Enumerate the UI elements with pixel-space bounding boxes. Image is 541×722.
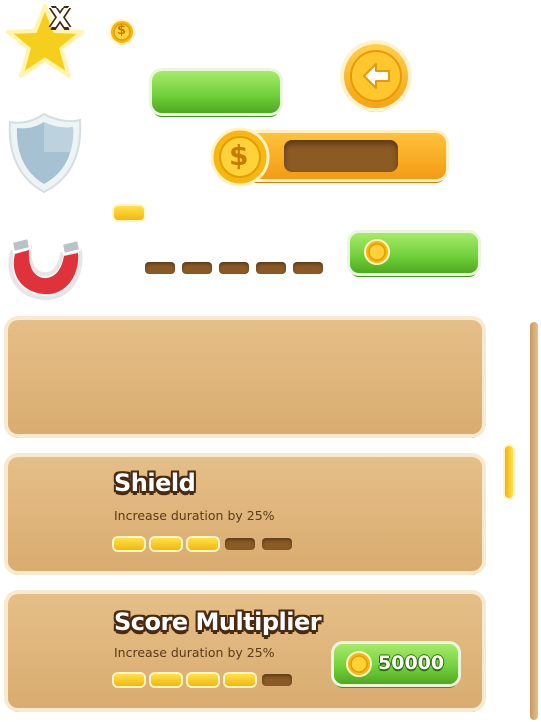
upgrade-panel-shield: Shield Increase duration by 25% xyxy=(8,457,482,571)
level-pip-empty xyxy=(225,538,255,550)
upgrade-description: Increase duration by 25% xyxy=(114,645,275,660)
level-pip-empty xyxy=(219,262,249,274)
buy-button-small[interactable] xyxy=(350,233,478,273)
coin-symbol: $ xyxy=(229,139,249,172)
level-pip-filled xyxy=(151,538,181,550)
coin-icon xyxy=(364,239,390,265)
level-pip-empty xyxy=(262,674,292,686)
level-pip-empty xyxy=(145,262,175,274)
level-pip-empty xyxy=(256,262,286,274)
coin-icon: $ xyxy=(210,127,270,187)
star-x-icon: X xyxy=(4,2,86,84)
star-badge-text: X xyxy=(50,4,71,34)
buy-upgrade-button[interactable]: 50000 xyxy=(334,644,458,684)
upgrade-description: Increase duration by 25% xyxy=(114,508,275,523)
scrollbar-track[interactable] xyxy=(530,322,538,720)
upgrade-panel-score-multiplier: Score Multiplier Increase duration by 25… xyxy=(8,594,482,708)
level-pip-filled xyxy=(114,206,144,220)
level-pip-empty xyxy=(182,262,212,274)
back-button[interactable] xyxy=(344,44,408,108)
level-pip-filled xyxy=(188,674,218,686)
level-pip-filled xyxy=(225,674,255,686)
coin-icon xyxy=(346,651,372,677)
upgrade-panel-empty xyxy=(8,320,482,434)
shield-icon xyxy=(4,108,86,196)
level-pip-empty xyxy=(262,538,292,550)
magnet-icon xyxy=(2,216,92,306)
level-pip-filled xyxy=(188,538,218,550)
level-pip-filled xyxy=(151,674,181,686)
level-pip-filled xyxy=(114,674,144,686)
back-arrow-icon xyxy=(350,50,402,102)
price-label: 50000 xyxy=(378,652,445,674)
upgrade-title: Shield xyxy=(114,469,196,497)
level-pip-filled xyxy=(114,538,144,550)
green-button-bar[interactable] xyxy=(152,71,280,113)
upgrade-title: Score Multiplier xyxy=(114,608,322,636)
upgrade-level-pips xyxy=(114,674,292,686)
upgrade-level-pips xyxy=(114,538,292,550)
coin-symbol: $ xyxy=(117,23,127,38)
scrollbar-thumb[interactable] xyxy=(505,446,513,498)
level-pip-empty xyxy=(293,262,323,274)
coin-icon: $ xyxy=(109,19,135,45)
coin-counter-field xyxy=(284,140,398,172)
level-pips-empty-row xyxy=(145,262,323,274)
